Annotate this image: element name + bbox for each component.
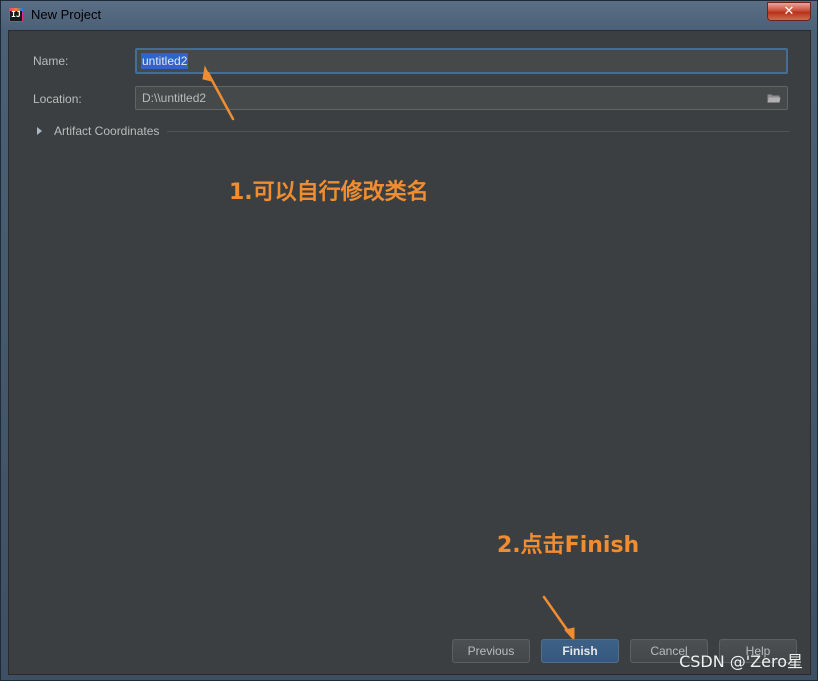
close-icon: ✕ bbox=[783, 4, 795, 19]
name-input-value[interactable]: untitled2 bbox=[141, 53, 189, 69]
close-button[interactable]: ✕ bbox=[767, 2, 811, 21]
name-label: Name: bbox=[33, 54, 69, 68]
finish-button[interactable]: Finish bbox=[541, 639, 619, 663]
location-label: Location: bbox=[33, 92, 82, 106]
title-bar[interactable]: IJ New Project ✕ bbox=[1, 1, 817, 29]
csdn-watermark: CSDN @'Zero星 bbox=[679, 652, 803, 671]
artifact-coordinates-toggle[interactable]: Artifact Coordinates bbox=[37, 122, 789, 140]
location-input-value[interactable]: D:\\untitled2 bbox=[142, 91, 206, 105]
triangle-right-icon[interactable] bbox=[37, 127, 42, 135]
separator-line bbox=[167, 130, 789, 132]
dialog-content: Name: untitled2 Location: D:\\untitled2 … bbox=[8, 30, 811, 675]
name-input[interactable]: untitled2 bbox=[135, 48, 788, 74]
annotation-step1: 1.可以自行修改类名 bbox=[229, 180, 429, 205]
location-input[interactable]: D:\\untitled2 bbox=[135, 86, 788, 110]
annotation-step2: 2.点击Finish bbox=[497, 533, 640, 558]
intellij-idea-icon: IJ bbox=[9, 8, 23, 22]
arrow-to-finish-button bbox=[542, 595, 575, 642]
new-project-window: IJ New Project ✕ Name: untitled2 Locatio… bbox=[0, 0, 818, 681]
previous-button[interactable]: Previous bbox=[452, 639, 530, 663]
folder-open-icon[interactable] bbox=[767, 93, 781, 103]
artifact-coordinates-label[interactable]: Artifact Coordinates bbox=[54, 124, 159, 138]
window-title: New Project bbox=[31, 7, 102, 22]
